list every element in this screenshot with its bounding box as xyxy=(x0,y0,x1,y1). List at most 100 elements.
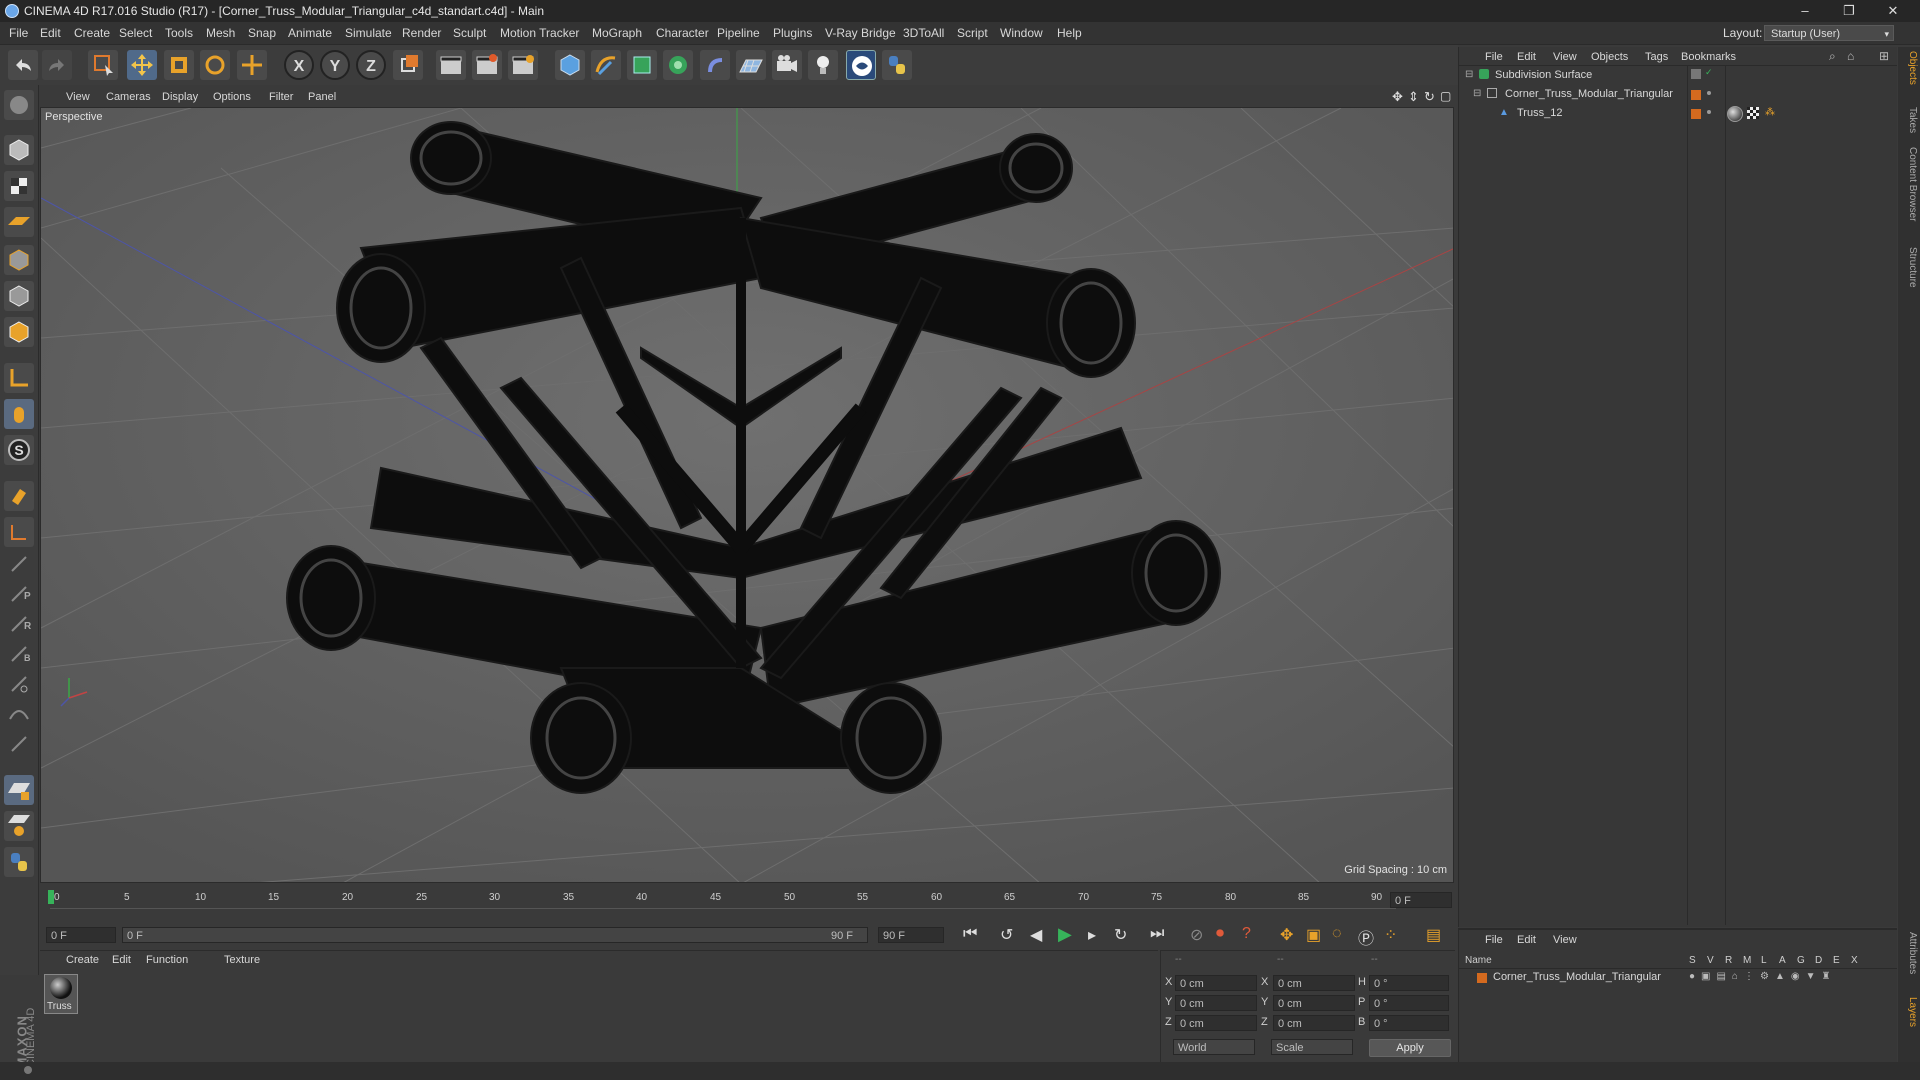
key-position-icon[interactable]: ✥ xyxy=(1280,925,1293,945)
object-row-truss-12[interactable]: ▲ Truss_12 ⁂ xyxy=(1459,105,1897,123)
light-object-button[interactable] xyxy=(808,50,838,80)
record-keys-icon[interactable]: ⊘ xyxy=(1190,925,1203,945)
key-scale-icon[interactable]: ▣ xyxy=(1306,925,1321,945)
layout-select[interactable]: Startup (User) ▾ xyxy=(1764,25,1894,41)
move-tool-button[interactable] xyxy=(127,50,157,80)
key-parameter-icon[interactable]: Ⓟ xyxy=(1358,925,1374,949)
layer-swatch[interactable] xyxy=(1691,69,1701,79)
side-tab-objects[interactable]: Objects xyxy=(1900,51,1918,85)
python-script-button[interactable] xyxy=(4,847,34,877)
side-tab-takes[interactable]: Takes xyxy=(1900,107,1918,133)
perspective-viewport[interactable]: Perspective Grid Spacing : 10 cm xyxy=(40,107,1454,883)
viewport-pan-icon[interactable]: ✥ xyxy=(1392,89,1403,105)
layer-menu-view[interactable]: View xyxy=(1553,934,1577,946)
menu-3dtoall[interactable]: 3DToAll xyxy=(903,22,944,44)
z-axis-toggle[interactable]: Z xyxy=(356,50,386,80)
frame-range-slider[interactable]: 0 F 90 F xyxy=(122,927,868,943)
menu-plugins[interactable]: Plugins xyxy=(773,22,812,44)
start-frame-field[interactable]: 0 F xyxy=(46,927,116,943)
viewport-rotate-icon[interactable]: ↻ xyxy=(1424,89,1435,105)
layer-flag-icons[interactable]: ●▣▤⌂⋮⚙▲◉▼♜ xyxy=(1689,971,1836,982)
spline-pen-button[interactable] xyxy=(591,50,621,80)
polygons-mode-button[interactable] xyxy=(4,317,34,347)
viewport-menu-panel[interactable]: Panel xyxy=(308,91,336,103)
object-row-subdivision-surface[interactable]: ⊟ Subdivision Surface ✓ xyxy=(1459,67,1897,85)
material-swatch-truss[interactable]: Truss xyxy=(44,974,78,1014)
autokey-icon[interactable]: ⏺ xyxy=(1216,925,1224,943)
render-view-button[interactable] xyxy=(436,50,466,80)
layer-color-swatch[interactable] xyxy=(1691,109,1701,119)
pos-z-field[interactable]: 0 cm xyxy=(1175,1015,1257,1031)
material-menu-function[interactable]: Function xyxy=(146,954,188,966)
coordinate-space-select[interactable]: World xyxy=(1173,1039,1255,1055)
tweak-mode-button[interactable] xyxy=(4,399,34,429)
menu-edit[interactable]: Edit xyxy=(40,22,61,44)
rotate-tool-button[interactable] xyxy=(200,50,230,80)
x-axis-toggle[interactable]: X xyxy=(284,50,314,80)
collapse-icon[interactable]: ⊟ xyxy=(1473,88,1481,99)
enabled-check-icon[interactable]: ✓ xyxy=(1705,67,1713,78)
size-x-field[interactable]: 0 cm xyxy=(1273,975,1355,991)
edges-mode-button[interactable] xyxy=(4,281,34,311)
uvw-tag-icon[interactable] xyxy=(1747,107,1759,119)
minimize-button[interactable]: – xyxy=(1783,0,1827,22)
camera-object-button[interactable] xyxy=(772,50,802,80)
visibility-dot-icon[interactable] xyxy=(1707,110,1711,114)
go-to-start-icon[interactable]: ⏮ xyxy=(963,925,977,943)
play-icon[interactable]: ▶ xyxy=(1058,924,1072,945)
viewport-menu-options[interactable]: Options xyxy=(213,91,251,103)
menu-mesh[interactable]: Mesh xyxy=(206,22,235,44)
go-to-end-icon[interactable]: ⏭ xyxy=(1150,925,1164,943)
cube-object-button[interactable] xyxy=(555,50,585,80)
locked-workplane-button[interactable] xyxy=(4,517,34,547)
material-tag-icon[interactable] xyxy=(1727,106,1743,122)
panel-options-icon[interactable]: ⊞ xyxy=(1879,49,1889,63)
next-key-icon[interactable]: ↻ xyxy=(1114,925,1127,945)
rot-b-field[interactable]: 0 ° xyxy=(1369,1015,1449,1031)
apply-button[interactable]: Apply xyxy=(1369,1039,1451,1057)
redo-button[interactable] xyxy=(42,50,72,80)
viewport-menu-view[interactable]: View xyxy=(66,91,90,103)
size-y-field[interactable]: 0 cm xyxy=(1273,995,1355,1011)
menu-select[interactable]: Select xyxy=(119,22,152,44)
rot-h-field[interactable]: 0 ° xyxy=(1369,975,1449,991)
menu-animate[interactable]: Animate xyxy=(288,22,332,44)
transform-tool-button[interactable] xyxy=(237,50,267,80)
axis-mode-button[interactable] xyxy=(4,363,34,393)
timeline-layout-icon[interactable]: ▤ xyxy=(1426,925,1441,945)
spline-tool-button[interactable] xyxy=(4,699,34,729)
side-tab-layers[interactable]: Layers xyxy=(1900,997,1918,1027)
previous-key-icon[interactable]: ↺ xyxy=(1000,925,1013,945)
model-mode-button[interactable] xyxy=(4,135,34,165)
timeline-ruler[interactable]: 0 5 10 15 20 25 30 35 40 45 50 55 60 65 … xyxy=(40,884,1454,922)
snap-button[interactable]: S xyxy=(4,435,34,465)
scale-tool-button[interactable] xyxy=(164,50,194,80)
menu-mograph[interactable]: MoGraph xyxy=(592,22,642,44)
magnet-button[interactable] xyxy=(4,481,34,511)
previous-frame-icon[interactable]: ◀ xyxy=(1030,925,1042,945)
material-menu-create[interactable]: Create xyxy=(66,954,99,966)
keyframe-help-icon[interactable]: ? xyxy=(1242,925,1251,943)
visibility-dot-icon[interactable] xyxy=(1707,91,1711,95)
render-to-picture-viewer-button[interactable] xyxy=(472,50,502,80)
home-icon[interactable]: ⌂ xyxy=(1847,49,1854,63)
layer-color-swatch[interactable] xyxy=(1691,90,1701,100)
material-menu-edit[interactable]: Edit xyxy=(112,954,131,966)
timeline-track[interactable] xyxy=(50,890,1396,909)
size-mode-select[interactable]: Scale xyxy=(1271,1039,1353,1055)
python-button[interactable] xyxy=(882,50,912,80)
current-frame-field[interactable]: 0 F xyxy=(1390,892,1452,908)
weight-tool-button[interactable]: B xyxy=(4,639,34,669)
live-selection-button[interactable] xyxy=(88,50,118,80)
floor-object-button[interactable] xyxy=(736,50,766,80)
brush-tool-button[interactable] xyxy=(4,729,34,759)
joint-tool-button[interactable] xyxy=(4,549,34,579)
viewport-zoom-icon[interactable]: ⇕ xyxy=(1408,89,1419,105)
end-frame-field[interactable]: 90 F xyxy=(878,927,944,943)
side-tab-attributes[interactable]: Attributes xyxy=(1900,932,1918,974)
menu-snap[interactable]: Snap xyxy=(248,22,276,44)
layer-menu-edit[interactable]: Edit xyxy=(1517,934,1536,946)
coordinate-system-button[interactable] xyxy=(393,50,423,80)
mograph-cloner-button[interactable] xyxy=(663,50,693,80)
rot-p-field[interactable]: 0 ° xyxy=(1369,995,1449,1011)
